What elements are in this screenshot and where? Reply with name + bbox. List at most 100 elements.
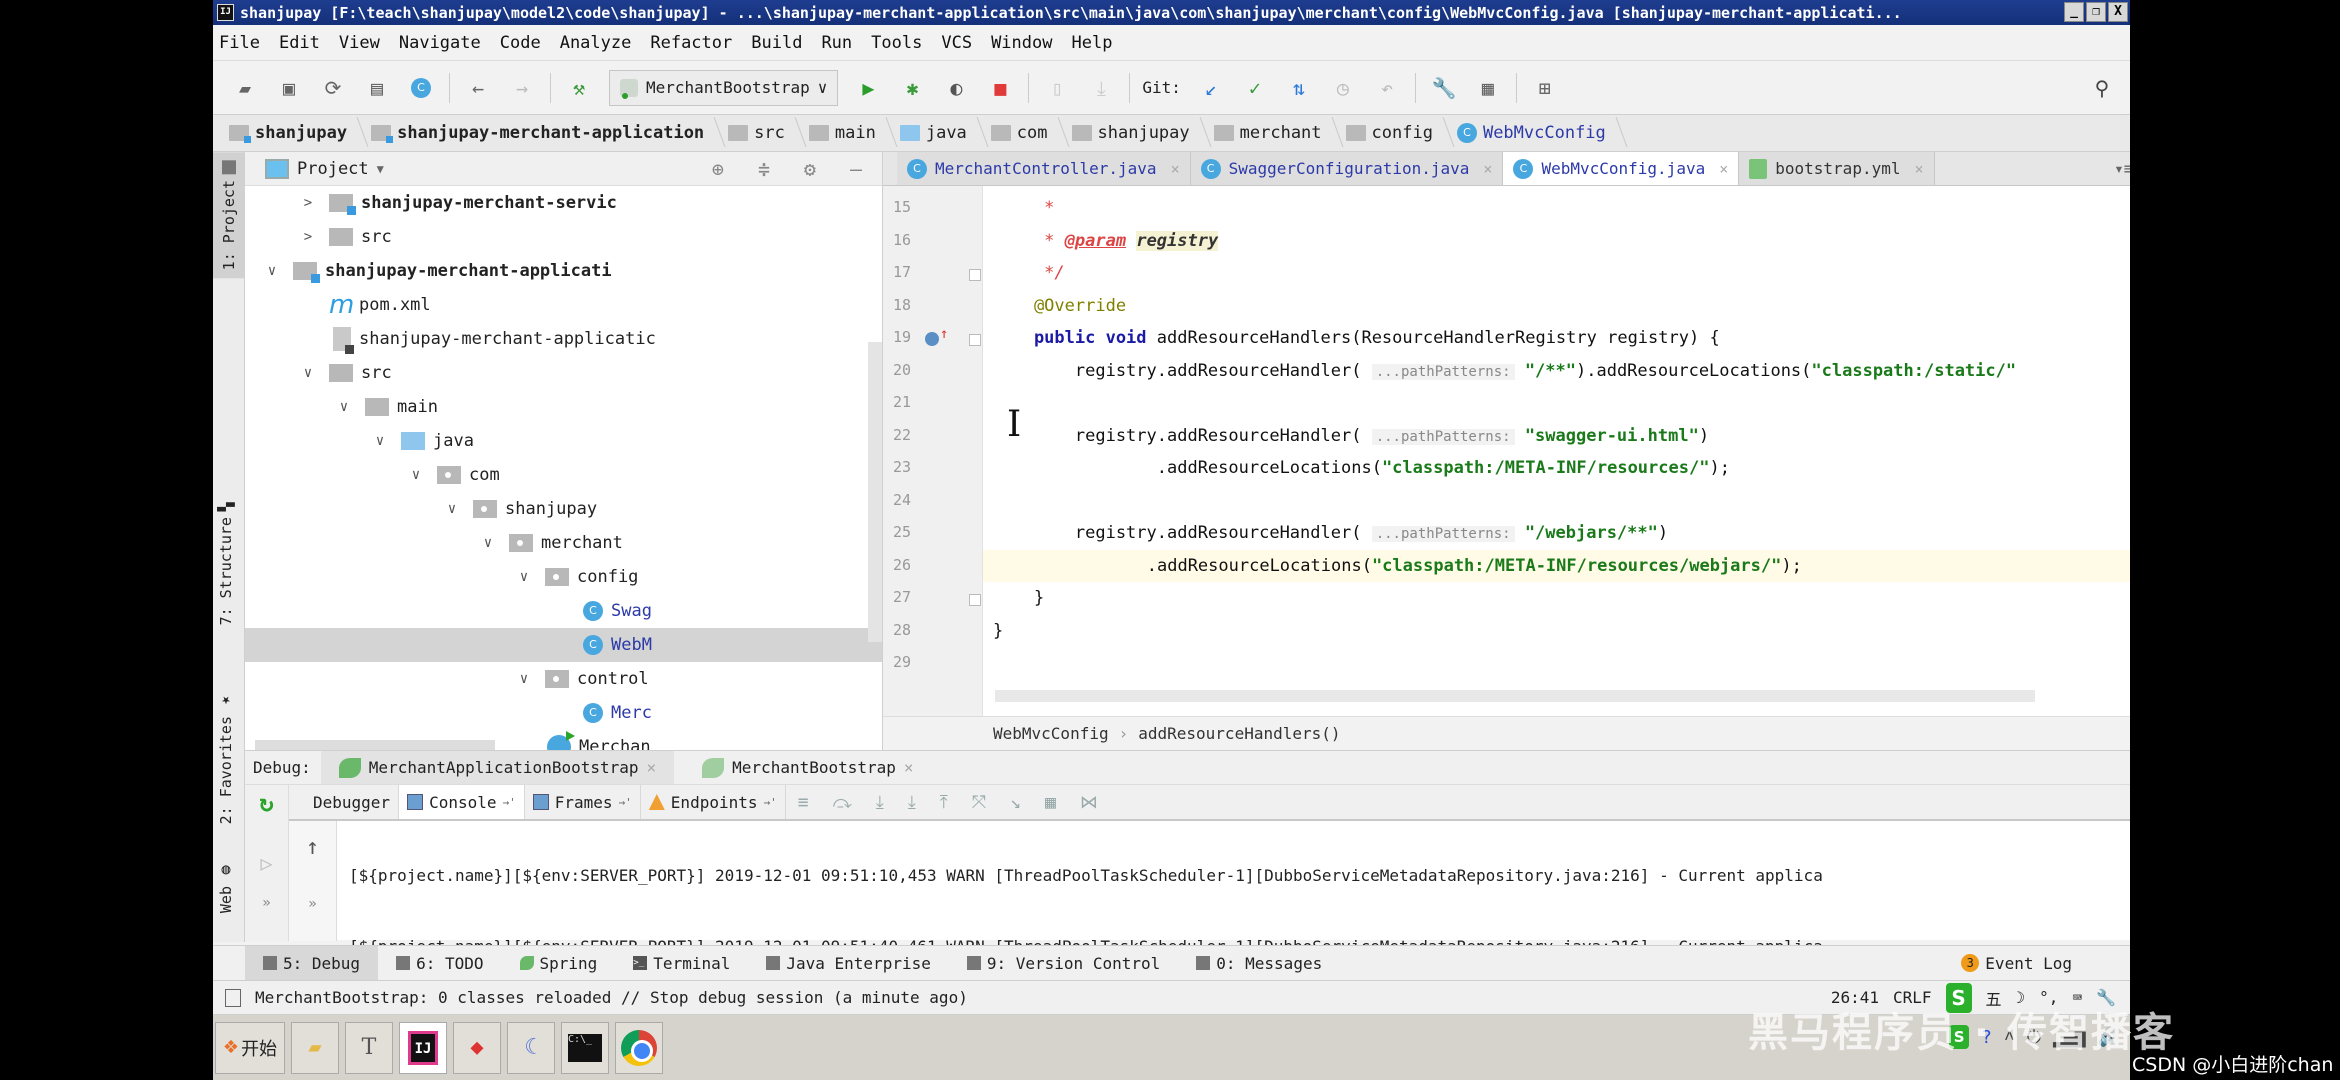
step-into-icon[interactable]: ⤓ xyxy=(876,792,884,813)
tree-item[interactable]: > src xyxy=(245,220,882,254)
scroll-up-icon[interactable]: ↑ xyxy=(289,835,336,860)
breadcrumb-class[interactable]: WebMvcConfig xyxy=(993,724,1109,743)
taskbar-app-red[interactable]: ◆ xyxy=(453,1021,501,1074)
menu-tools[interactable]: Tools xyxy=(871,33,922,53)
git-compare-icon[interactable]: ⇅ xyxy=(1285,74,1313,102)
step-over-icon[interactable]: ⤼ xyxy=(833,792,852,813)
taskbar-typora[interactable]: T xyxy=(345,1021,393,1074)
chevron-right-icon[interactable]: > xyxy=(297,195,319,211)
fold-marker-icon[interactable] xyxy=(969,334,981,346)
close-tab-icon[interactable]: × xyxy=(1719,160,1728,178)
chevron-down-icon[interactable]: ∨ xyxy=(369,433,391,449)
breadcrumb-item[interactable]: shanjupay-merchant-application xyxy=(371,123,718,143)
tree-item[interactable]: m pom.xml xyxy=(245,288,882,322)
tab-endpoints[interactable]: Endpoints →' xyxy=(641,785,786,819)
tree-item[interactable]: ∨ shanjupay xyxy=(245,492,882,526)
chevron-down-icon[interactable]: ∨ xyxy=(477,535,499,551)
restore-button[interactable]: ❐ xyxy=(2086,2,2106,22)
bottom-tab[interactable]: >_ Terminal xyxy=(615,946,748,980)
breadcrumb-method[interactable]: addResourceHandlers() xyxy=(1138,724,1340,743)
close-icon[interactable]: × xyxy=(647,758,657,777)
more-icon[interactable]: » xyxy=(289,896,336,912)
taskbar-chrome[interactable] xyxy=(615,1021,663,1074)
breadcrumb-item[interactable]: config xyxy=(1345,123,1447,143)
taskbar-mysql[interactable]: ☾ xyxy=(507,1021,555,1074)
taskbar-file-explorer[interactable]: ▰ xyxy=(291,1021,339,1074)
chevron-down-icon[interactable]: ∨ xyxy=(441,501,463,517)
bottom-tab[interactable]: Spring xyxy=(502,946,616,980)
forward-arrow-icon[interactable]: → xyxy=(508,74,536,102)
debug-session-tab[interactable]: MerchantBootstrap × xyxy=(684,751,931,784)
menu-view[interactable]: View xyxy=(339,33,380,53)
breadcrumb-item[interactable]: shanjupay xyxy=(229,123,361,143)
device-icon[interactable]: ▯ xyxy=(1043,74,1071,102)
pin-icon[interactable]: →' xyxy=(619,796,632,809)
chevron-down-icon[interactable]: ∨ xyxy=(261,263,283,279)
open-folder-icon[interactable]: ▰ xyxy=(231,74,259,102)
save-icon[interactable]: ▣ xyxy=(275,74,303,102)
editor-tab[interactable]: C SwaggerConfiguration.java × xyxy=(1190,152,1504,185)
search-icon[interactable]: ⚲ xyxy=(2088,74,2116,102)
project-vertical-scrollbar[interactable] xyxy=(868,342,882,642)
tree-item[interactable]: ∨ com xyxy=(245,458,882,492)
pin-icon[interactable]: →' xyxy=(764,796,777,809)
menu-edit[interactable]: Edit xyxy=(279,33,320,53)
taskbar-cmd[interactable]: C:\_ xyxy=(561,1021,609,1074)
run-with-coverage-icon[interactable]: ◐ xyxy=(942,74,970,102)
tree-item[interactable]: shanjupay-merchant-applicatic xyxy=(245,322,882,356)
more-icon[interactable]: » xyxy=(245,895,288,911)
menu-refactor[interactable]: Refactor xyxy=(650,33,732,53)
force-step-into-icon[interactable]: ⤓ xyxy=(908,792,916,813)
tree-item[interactable]: C Swag xyxy=(245,594,882,628)
debug-bug-icon[interactable]: ✱ xyxy=(898,74,926,102)
bottom-tab[interactable]: 5: Debug xyxy=(245,946,379,980)
sdk-manager-icon[interactable]: ⊞ xyxy=(1531,74,1559,102)
tool-tab-project[interactable]: 1: Project xyxy=(213,152,245,279)
breadcrumb-item[interactable]: shanjupay xyxy=(1071,123,1204,143)
tab-console[interactable]: Console →' xyxy=(399,785,525,819)
editor-tab[interactable]: C MerchantController.java × xyxy=(897,152,1191,185)
back-arrow-icon[interactable]: ← xyxy=(464,74,492,102)
rerun-icon[interactable]: ↻ xyxy=(245,785,289,821)
tool-tab-web[interactable]: Web ◍ xyxy=(217,862,235,913)
close-button[interactable]: X xyxy=(2108,2,2128,22)
gear-icon[interactable]: ⚙ xyxy=(804,157,816,181)
show-execution-point-icon[interactable]: ≡ xyxy=(798,792,809,813)
close-icon[interactable]: × xyxy=(904,758,914,777)
minimize-button[interactable]: _ xyxy=(2064,2,2084,22)
debug-session-tab[interactable]: MerchantApplicationBootstrap × xyxy=(320,751,675,784)
breadcrumb-item[interactable]: src xyxy=(728,123,799,143)
build-hammer-icon[interactable]: ⚒ xyxy=(565,74,593,102)
resume-icon[interactable]: ▷ xyxy=(245,851,288,875)
project-structure-folder-icon[interactable]: ▦ xyxy=(1474,74,1502,102)
tree-item[interactable]: ∨ main xyxy=(245,390,882,424)
toggle-tool-windows-icon[interactable] xyxy=(225,988,241,1007)
menu-vcs[interactable]: VCS xyxy=(941,33,972,53)
tree-item[interactable]: ∨ java xyxy=(245,424,882,458)
bottom-tab[interactable]: 0: Messages xyxy=(1178,946,1340,980)
menu-help[interactable]: Help xyxy=(1071,33,1112,53)
start-button[interactable]: ❖ 开始 xyxy=(215,1021,285,1074)
trace-icon[interactable]: ⋈ xyxy=(1080,792,1098,813)
sync-icon[interactable]: ⟳ xyxy=(319,74,347,102)
close-tab-icon[interactable]: × xyxy=(1483,160,1492,178)
tab-list-dropdown-icon[interactable]: ▾≡₆ xyxy=(2114,152,2130,185)
run-to-cursor-icon[interactable]: ↘ xyxy=(1010,792,1021,813)
menu-build[interactable]: Build xyxy=(751,33,802,53)
close-tab-icon[interactable]: × xyxy=(1914,160,1923,178)
git-history-icon[interactable]: ◷ xyxy=(1329,74,1357,102)
git-commit-icon[interactable]: ✓ xyxy=(1241,74,1269,102)
tree-item[interactable]: ∨ control xyxy=(245,662,882,696)
download-icon[interactable]: ⤓ xyxy=(1087,74,1115,102)
menu-file[interactable]: File xyxy=(219,33,260,53)
tab-frames[interactable]: Frames →' xyxy=(525,785,641,819)
chevron-down-icon[interactable]: ▼ xyxy=(377,162,384,176)
editor-horizontal-scrollbar[interactable] xyxy=(995,690,2035,702)
class-icon[interactable]: C xyxy=(407,74,435,102)
chevron-down-icon[interactable]: ∨ xyxy=(297,365,319,381)
breadcrumb-item[interactable]: java xyxy=(899,123,981,143)
bottom-tab[interactable]: 9: Version Control xyxy=(949,946,1178,980)
tree-item[interactable]: ∨ src xyxy=(245,356,882,390)
git-revert-icon[interactable]: ↶ xyxy=(1373,74,1401,102)
fold-marker-icon[interactable] xyxy=(969,269,981,281)
